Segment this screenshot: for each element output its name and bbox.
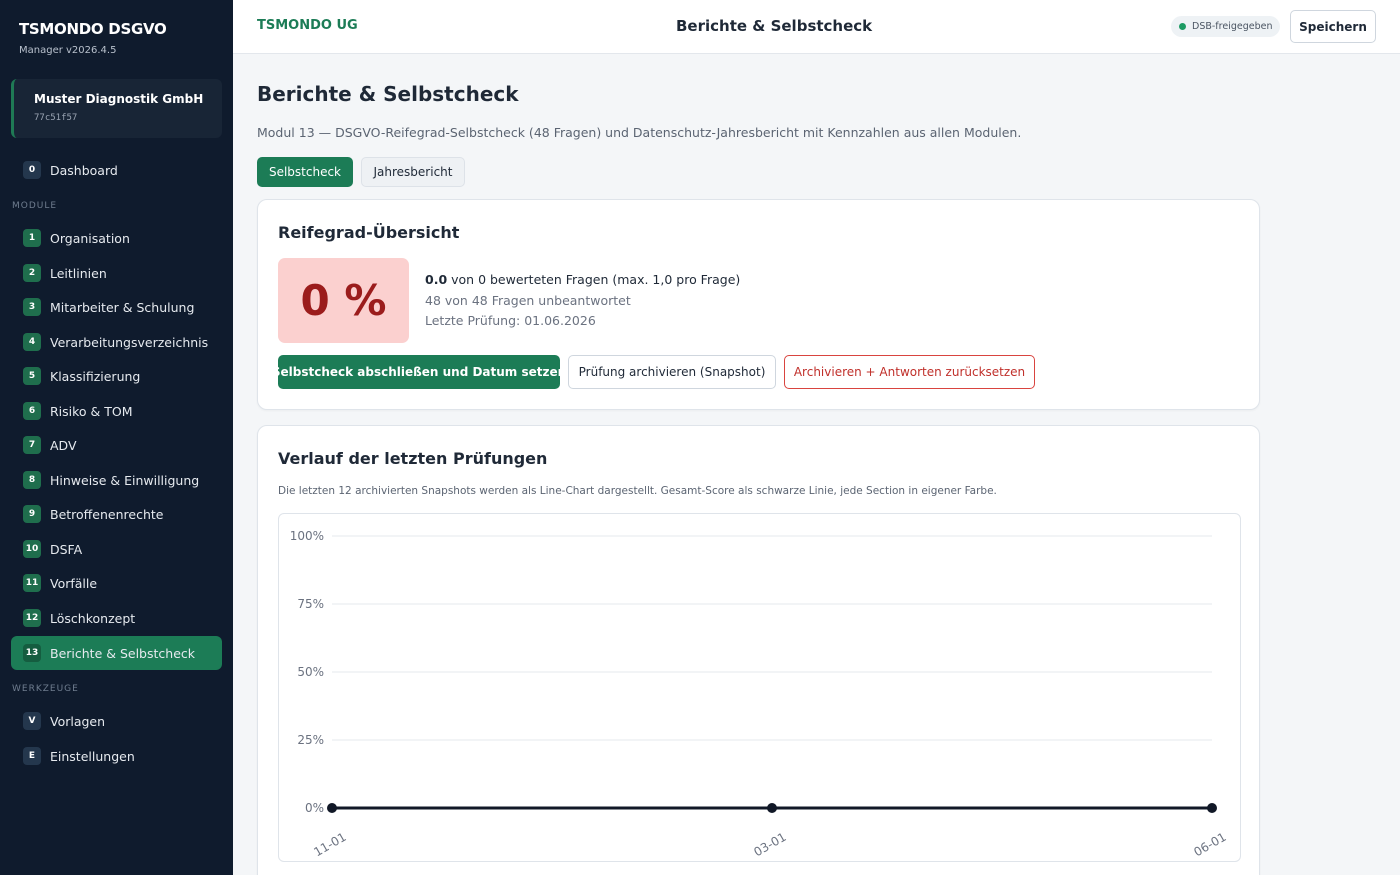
nav-badge: 7	[23, 436, 41, 454]
sidebar-item-label: ADV	[50, 437, 77, 453]
sidebar-item-label: Risiko & TOM	[50, 403, 133, 419]
nav-badge: 10	[23, 540, 41, 558]
sidebar-item-organisation[interactable]: 1 Organisation	[11, 221, 222, 255]
sidebar-item-risiko-tom[interactable]: 6 Risiko & TOM	[11, 394, 222, 428]
sidebar-item-label: Verarbeitungsverzeichnis	[50, 334, 209, 350]
data-point	[327, 803, 337, 813]
sidebar-item-label: Betroffenenrechte	[50, 506, 164, 522]
data-point	[767, 803, 777, 813]
section-label-werkzeuge: WERKZEUGE	[12, 684, 79, 694]
organization-card[interactable]: Muster Diagnostik GmbH 77c51f57	[11, 79, 222, 138]
sidebar-item-label: Vorlagen	[50, 713, 106, 729]
sidebar-item-hinweise-einwilligung[interactable]: 8 Hinweise & Einwilligung	[11, 463, 222, 497]
nav-badge: 4	[23, 333, 41, 351]
sidebar-item-label: Berichte & Selbstcheck	[50, 645, 196, 661]
sidebar-item-label: Vorfälle	[50, 575, 98, 591]
save-button[interactable]: Speichern	[1290, 10, 1376, 43]
nav-badge: 11	[23, 574, 41, 592]
y-tick-label: 50%	[297, 665, 324, 679]
sidebar-item-adv[interactable]: 7 ADV	[11, 428, 222, 462]
sidebar-item-vorfaelle[interactable]: 11 Vorfälle	[11, 566, 222, 600]
sidebar-item-label: Löschkonzept	[50, 610, 136, 626]
organization-name: Muster Diagnostik GmbH	[34, 92, 204, 106]
y-tick-label: 25%	[297, 733, 324, 747]
nav-badge: 6	[23, 402, 41, 420]
sidebar-item-label: Mitarbeiter & Schulung	[50, 299, 195, 315]
tab-jahresbericht[interactable]: Jahresbericht	[361, 157, 465, 187]
page-subtitle: Modul 13 — DSGVO-Reifegrad-Selbstcheck (…	[257, 125, 1022, 140]
sidebar-item-betroffenenrechte[interactable]: 9 Betroffenenrechte	[11, 497, 222, 531]
sidebar-item-label: Hinweise & Einwilligung	[50, 472, 200, 488]
status-text: DSB-freigegeben	[1192, 21, 1273, 32]
x-tick-label: 06-01	[1191, 830, 1228, 860]
sidebar-item-label: DSFA	[50, 541, 83, 557]
x-tick-label: 11-01	[311, 830, 348, 860]
archive-reset-button[interactable]: Archivieren + Antworten zurücksetzen	[784, 355, 1035, 389]
maturity-overview-card: Reifegrad-Übersicht 0 % 0.0 von 0 bewert…	[257, 199, 1260, 410]
line-chart: 0% 25% 50% 75% 100% 11-01 03-01 06-01	[290, 529, 1229, 860]
nav-badge: 0	[23, 161, 41, 179]
status-dot-icon	[1179, 23, 1186, 30]
nav-badge: 8	[23, 471, 41, 489]
card-title: Reifegrad-Übersicht	[278, 223, 460, 242]
nav-badge: 12	[23, 609, 41, 627]
archive-snapshot-button[interactable]: Prüfung archivieren (Snapshot)	[568, 355, 776, 389]
sidebar-item-label: Einstellungen	[50, 748, 135, 764]
tab-selbstcheck[interactable]: Selbstcheck	[257, 157, 353, 187]
y-tick-label: 75%	[297, 597, 324, 611]
nav-badge: 2	[23, 264, 41, 282]
nav-badge: E	[23, 747, 41, 765]
card-title: Verlauf der letzten Prüfungen	[278, 449, 548, 468]
nav-badge: 9	[23, 505, 41, 523]
points-text: von 0 bewerteten Fragen (max. 1,0 pro Fr…	[447, 272, 741, 287]
sidebar-item-leitlinien[interactable]: 2 Leitlinien	[11, 256, 222, 290]
sidebar-item-dsfa[interactable]: 10 DSFA	[11, 532, 222, 566]
nav-badge: V	[23, 712, 41, 730]
sidebar-item-klassifizierung[interactable]: 5 Klassifizierung	[11, 359, 222, 393]
app-version: Manager v2026.4.5	[19, 45, 117, 56]
nav-badge: 3	[23, 298, 41, 316]
x-tick-label: 03-01	[751, 830, 788, 860]
sidebar-item-loeschkonzept[interactable]: 12 Löschkonzept	[11, 601, 222, 635]
y-tick-label: 0%	[305, 801, 324, 815]
organization-id: 77c51f57	[34, 113, 78, 123]
sidebar-item-label: Klassifizierung	[50, 368, 141, 384]
sidebar-item-verarbeitungsverzeichnis[interactable]: 4 Verarbeitungsverzeichnis	[11, 325, 222, 359]
nav-badge: 13	[23, 644, 41, 662]
score-value: 0 %	[278, 258, 409, 343]
sidebar-item-einstellungen[interactable]: E Einstellungen	[11, 739, 222, 773]
header-title: Berichte & Selbstcheck	[676, 17, 873, 35]
complete-selfcheck-button[interactable]: Selbstcheck abschließen und Datum setzen	[272, 355, 566, 389]
app-brand: TSMONDO DSGVO	[19, 20, 167, 38]
chart-description: Die letzten 12 archivierten Snapshots we…	[278, 485, 997, 497]
status-badge: DSB-freigegeben	[1171, 16, 1281, 37]
history-card: Verlauf der letzten Prüfungen Die letzte…	[257, 425, 1260, 875]
nav-badge: 1	[23, 229, 41, 247]
sidebar-item-label: Dashboard	[50, 162, 118, 178]
last-check-date: Letzte Prüfung: 01.06.2026	[425, 313, 596, 328]
data-point	[1207, 803, 1217, 813]
points-value: 0.0	[425, 272, 448, 287]
company-name: TSMONDO UG	[257, 18, 358, 33]
unanswered-count: 48 von 48 Fragen unbeantwortet	[425, 293, 631, 308]
page-title: Berichte & Selbstcheck	[257, 82, 519, 106]
points-summary: 0.0 von 0 bewerteten Fragen (max. 1,0 pr…	[425, 272, 740, 287]
sidebar-item-label: Leitlinien	[50, 265, 107, 281]
sidebar-item-dashboard[interactable]: 0 Dashboard	[11, 153, 222, 187]
top-header: TSMONDO UG Berichte & Selbstcheck DSB-fr…	[233, 0, 1400, 54]
section-label-module: MODULE	[12, 201, 58, 211]
sidebar-item-label: Organisation	[50, 230, 130, 246]
sidebar: TSMONDO DSGVO Manager v2026.4.5 Muster D…	[0, 0, 233, 875]
sidebar-item-vorlagen[interactable]: V Vorlagen	[11, 704, 222, 738]
sidebar-item-mitarbeiter-schulung[interactable]: 3 Mitarbeiter & Schulung	[11, 290, 222, 324]
chart-frame: 0% 25% 50% 75% 100% 11-01 03-01 06-01	[278, 513, 1241, 862]
nav-badge: 5	[23, 367, 41, 385]
y-tick-label: 100%	[290, 529, 324, 543]
sidebar-item-berichte-selbstcheck[interactable]: 13 Berichte & Selbstcheck	[11, 636, 222, 670]
